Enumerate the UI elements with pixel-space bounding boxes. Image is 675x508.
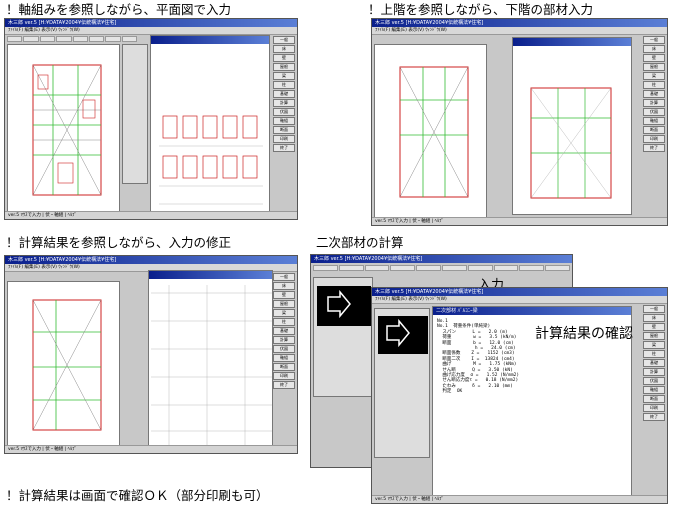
menu-bar: ﾌｧｲﾙ(F) 編集(E) 表示(V) ｳｨﾝﾄﾞｳ(W): [372, 296, 667, 304]
right-button-column[interactable]: 一般床壁 屋根梁柱 基礎 計算 伏図 軸組 断面 印刷 終了: [273, 273, 295, 389]
toolbar-tabs[interactable]: [313, 265, 570, 271]
title-bar: 木三郎 ver.5 [H:¥DATA¥2004¥伝統構法¥住宅]: [5, 256, 297, 264]
upper-floor-window[interactable]: [512, 37, 632, 215]
result-doc-body: No.1 No.1 荷重条件(単純梁) スパン L = 2.0 (m) 荷重 w…: [437, 319, 520, 395]
secondary-dialog[interactable]: [374, 308, 430, 458]
elevation-window[interactable]: [150, 35, 270, 217]
caption-4: 二次部材の計算: [316, 235, 404, 250]
lower-floor-pane[interactable]: [374, 44, 487, 219]
menu-bar: ﾌｧｲﾙ(F) 編集(E) 表示(V) ｳｨﾝﾄﾞｳ(W): [372, 27, 667, 35]
caption-2: ！上階を参照しながら、下階の部材入力: [368, 2, 594, 17]
screenshot-plan-input: 木三郎 ver.5 [H:¥DATA¥2004¥伝統構法¥住宅] ﾌｧｲﾙ(F)…: [4, 18, 298, 220]
menu-bar: ﾌｧｲﾙ(F) 編集(E) 表示(V) ｳｨﾝﾄﾞｳ(W): [5, 27, 297, 35]
result-table: [151, 285, 272, 449]
result-table-window[interactable]: [148, 270, 273, 450]
title-bar: 木三郎 ver.5 [H:¥DATA¥2004¥伝統構法¥住宅]: [5, 19, 297, 27]
title-bar: 木三郎 ver.5 [H:¥DATA¥2004¥伝統構法¥住宅]: [311, 255, 572, 263]
right-button-column[interactable]: 一般床壁 屋根梁柱 基礎 計算 伏図 軸組 断面 印刷 終了: [643, 305, 665, 421]
status-bar: ver.5 ﾏｳｽで入力 | 伏・軸組 | ﾍﾙﾌﾟ: [5, 211, 297, 219]
secondary-dialog[interactable]: [313, 277, 373, 397]
title-bar: 木三郎 ver.5 [H:¥DATA¥2004¥伝統構法¥住宅]: [372, 288, 667, 296]
screenshot-upper-floor: 木三郎 ver.5 [H:¥DATA¥2004¥伝統構法¥住宅] ﾌｧｲﾙ(F)…: [371, 18, 668, 226]
side-panel[interactable]: [122, 44, 148, 184]
result-check-label: 計算結果の確認: [535, 326, 633, 342]
status-bar: ver.5 ﾏｳｽで入力 | 伏・軸組 | ﾍﾙﾌﾟ: [372, 495, 667, 503]
arrow-diagram: [317, 286, 371, 326]
plan-drawing: [32, 64, 102, 196]
toolbar-tabs[interactable]: [7, 36, 137, 42]
result-doc-title: 二次部材 ﾊﾞﾙｺﾆｰ梁: [433, 307, 631, 315]
lower-floor-drawing: [399, 66, 469, 198]
right-button-column[interactable]: 一般床壁 屋根梁柱 基礎 計算 伏図 軸組 断面 印刷 終了: [273, 36, 295, 152]
page: { "captions": { "c1": "！軸組みを参照しながら、平面図で入…: [0, 0, 675, 508]
elevation-drawing: [159, 115, 263, 205]
arrow-diagram: [378, 316, 428, 354]
right-button-column[interactable]: 一般床壁 屋根梁柱 基礎 計算 伏図 軸組 断面 印刷 終了: [643, 36, 665, 152]
plan-pane[interactable]: [7, 44, 120, 214]
caption-3: ！計算結果を参照しながら、入力の修正: [6, 235, 232, 250]
plan-pane[interactable]: [7, 281, 120, 447]
caption-5: ！計算結果は画面で確認ＯＫ（部分印刷も可）: [6, 488, 269, 503]
status-bar: ver.5 ﾏｳｽで入力 | 伏・軸組 | ﾍﾙﾌﾟ: [372, 217, 667, 225]
upper-floor-drawing: [530, 87, 612, 199]
title-bar: 木三郎 ver.5 [H:¥DATA¥2004¥伝統構法¥住宅]: [372, 19, 667, 27]
caption-1: ！軸組みを参照しながら、平面図で入力: [6, 2, 232, 17]
status-bar: ver.5 ﾏｳｽで入力 | 伏・軸組 | ﾍﾙﾌﾟ: [5, 445, 297, 453]
plan-drawing: [32, 299, 102, 431]
screenshot-result-check: 木三郎 ver.5 [H:¥DATA¥2004¥伝統構法¥住宅] ﾌｧｲﾙ(F)…: [371, 287, 668, 504]
screenshot-result-edit: 木三郎 ver.5 [H:¥DATA¥2004¥伝統構法¥住宅] ﾌｧｲﾙ(F)…: [4, 255, 298, 454]
